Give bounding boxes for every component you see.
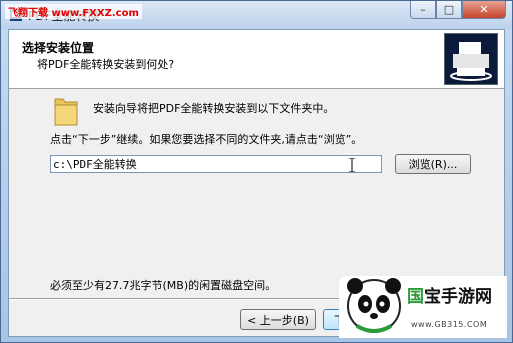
window-controls: – □ ✕ <box>410 1 506 21</box>
site-url: www.GB315.COM <box>411 320 488 329</box>
panda-logo-icon <box>347 278 401 333</box>
disk-space-note: 必须至少有27.7兆字节(MB)的闲置磁盘空间。 <box>50 279 277 292</box>
close-button[interactable]: ✕ <box>462 1 506 19</box>
text-cursor-icon <box>349 158 355 172</box>
install-path-input[interactable] <box>50 155 382 173</box>
maximize-button[interactable]: □ <box>436 1 462 19</box>
title-bar[interactable]: PDF全能转换 飞翔下载 www.FXXZ.com – □ ✕ <box>1 1 512 29</box>
wizard-header: 选择安装位置 将PDF全能转换安装到何处? <box>9 30 504 89</box>
site-brand-part-2: 宝手游网 <box>424 287 492 307</box>
instruction-text: 点击“下一步”继续。如果您要选择不同的文件夹,请点击“浏览”。 <box>50 133 363 146</box>
browse-button[interactable]: 浏览(R)... <box>395 154 471 174</box>
installer-window: PDF全能转换 飞翔下载 www.FXXZ.com – □ ✕ 选择安装位置 将… <box>0 0 513 343</box>
watermark-top-left: 飞翔下载 www.FXXZ.com <box>5 4 142 19</box>
page-subtitle: 将PDF全能转换安装到何处? <box>37 58 175 71</box>
site-brand-part-1: 国 <box>407 287 424 307</box>
site-watermark: 国宝手游网 www.GB315.COM <box>339 276 507 338</box>
back-button[interactable]: < 上一步(B) <box>240 309 316 330</box>
site-brand-text: 国宝手游网 <box>407 282 492 307</box>
install-info-text: 安装向导将把PDF全能转换安装到以下文件夹中。 <box>93 102 335 115</box>
printer-logo-icon <box>444 33 498 85</box>
minimize-button[interactable]: – <box>410 1 436 19</box>
folder-icon <box>54 98 78 126</box>
page-title: 选择安装位置 <box>22 41 95 55</box>
